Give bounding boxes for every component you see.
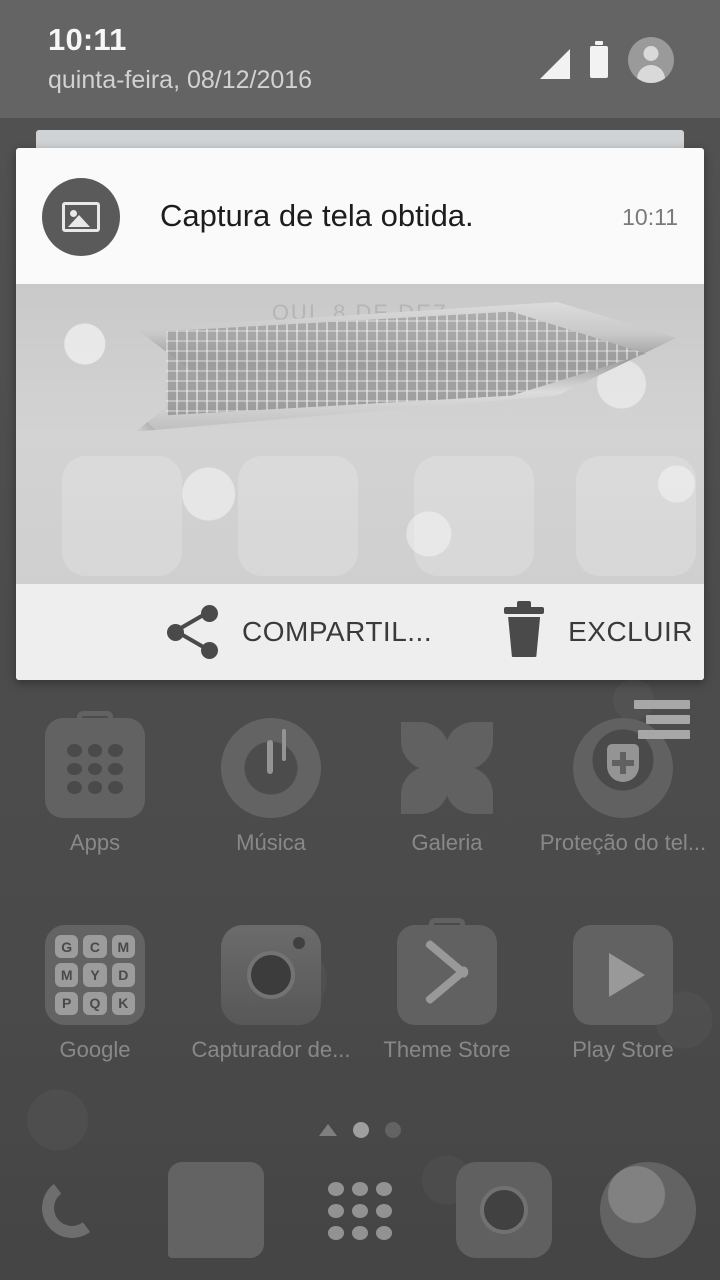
notification-time: 10:11 <box>622 204 678 230</box>
notification-header: Captura de tela obtida. 10:11 <box>16 148 704 284</box>
android-home-screen: Apps Música Galeria Proteção do tel... G… <box>0 0 720 1280</box>
preview-app-ghost <box>238 456 358 576</box>
screenshot-preview[interactable]: QUI, 8 DE DEZ <box>16 284 704 584</box>
trash-icon <box>502 601 546 659</box>
account-avatar-icon[interactable] <box>628 37 674 83</box>
notification-title: Captura de tela obtida. <box>160 198 474 233</box>
status-bar: 10:11 quinta-feira, 08/12/2016 <box>0 0 720 118</box>
delete-label: EXCLUIR <box>568 616 693 647</box>
preview-app-ghost <box>414 456 534 576</box>
status-clock: 10:11 <box>48 22 127 57</box>
preview-app-ghost <box>62 456 182 576</box>
image-icon <box>42 178 120 256</box>
status-date: quinta-feira, 08/12/2016 <box>48 66 313 94</box>
status-icons <box>540 36 674 84</box>
share-button[interactable]: COMPARTIL... <box>166 584 432 680</box>
preview-app-ghost <box>576 456 696 576</box>
share-label: COMPARTIL... <box>242 616 433 647</box>
delete-button[interactable]: EXCLUIR <box>502 584 693 680</box>
battery-icon <box>590 41 608 78</box>
screenshot-notification[interactable]: Captura de tela obtida. 10:11 QUI, 8 DE … <box>16 148 704 680</box>
share-icon <box>166 605 220 659</box>
signal-icon <box>540 49 570 79</box>
notification-actions: COMPARTIL... EXCLUIR <box>16 584 704 680</box>
